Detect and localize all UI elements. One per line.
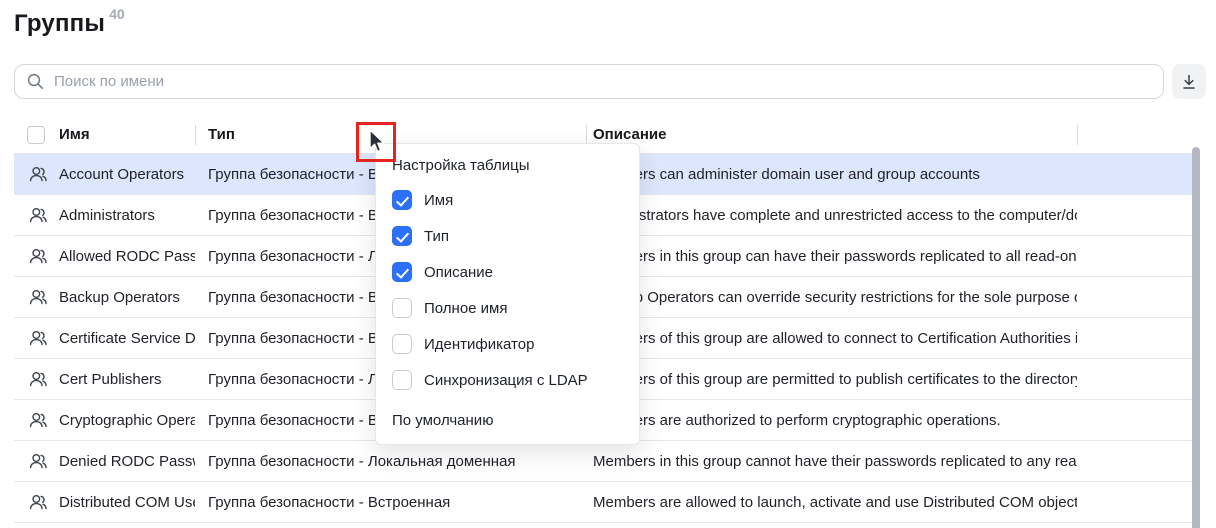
- column-toggle-name[interactable]: Имя: [392, 182, 623, 218]
- group-name: Allowed RODC Password Replication Group: [59, 248, 195, 265]
- group-name: Cryptographic Operators: [59, 412, 195, 429]
- page-title: Группы: [14, 10, 105, 37]
- group-description: Members can administer domain user and g…: [587, 166, 1077, 183]
- download-icon: [1180, 73, 1198, 91]
- group-description: Backup Operators can override security r…: [587, 289, 1077, 306]
- vertical-scrollbar[interactable]: [1192, 147, 1200, 528]
- download-button[interactable]: [1172, 64, 1206, 99]
- column-toggle-description[interactable]: Описание: [392, 254, 623, 290]
- group-name: Denied RODC Password Replication Group: [59, 453, 195, 470]
- column-toggle-identifier[interactable]: Идентификатор: [392, 326, 623, 362]
- column-header-name[interactable]: Имя: [59, 126, 195, 143]
- checkbox-unchecked[interactable]: [392, 334, 412, 354]
- checkbox-unchecked[interactable]: [392, 298, 412, 318]
- column-toggle-ldap-sync[interactable]: Синхронизация с LDAP: [392, 362, 623, 398]
- group-type: Группа безопасности - Встроенная: [196, 494, 586, 511]
- checkbox-unchecked[interactable]: [392, 370, 412, 390]
- column-toggle-type[interactable]: Тип: [392, 218, 623, 254]
- column-header-description[interactable]: Описание: [587, 126, 1077, 143]
- group-name: Administrators: [59, 207, 195, 224]
- group-name: Distributed COM Users: [59, 494, 195, 511]
- reset-to-default-button[interactable]: По умолчанию: [392, 402, 623, 438]
- table-row[interactable]: Denied RODC Password Replication Group Г…: [14, 441, 1192, 482]
- group-icon: [28, 452, 48, 470]
- column-toggle-full-name[interactable]: Полное имя: [392, 290, 623, 326]
- group-name: Cert Publishers: [59, 371, 195, 388]
- search-input[interactable]: [54, 73, 1151, 90]
- group-name: Account Operators: [59, 166, 195, 183]
- group-icon: [28, 165, 48, 183]
- group-icon: [28, 206, 48, 224]
- group-icon: [28, 247, 48, 265]
- group-description: Members are allowed to launch, activate …: [587, 494, 1077, 511]
- table-settings-popover: Настройка таблицы Имя Тип Описание Полно…: [375, 143, 640, 445]
- select-all-checkbox[interactable]: [27, 126, 45, 144]
- group-icon: [28, 329, 48, 347]
- group-description: Members in this group can have their pas…: [587, 248, 1077, 265]
- group-description: Members of this group are allowed to con…: [587, 330, 1077, 347]
- group-icon: [28, 370, 48, 388]
- checkbox-checked[interactable]: [392, 190, 412, 210]
- table-row[interactable]: Distributed COM Users Группа безопасност…: [14, 482, 1192, 523]
- item-count-badge: 40: [109, 6, 125, 22]
- group-name: Certificate Service DCOM Access: [59, 330, 195, 347]
- group-description: Administrators have complete and unrestr…: [587, 207, 1077, 224]
- group-icon: [28, 411, 48, 429]
- page-header: Группы40: [14, 6, 125, 38]
- popover-title: Настройка таблицы: [392, 156, 623, 176]
- search-icon: [27, 73, 44, 90]
- group-type: Группа безопасности - Локальная доменная: [196, 453, 586, 470]
- column-header-type[interactable]: Тип: [196, 126, 586, 143]
- group-description: Members are authorized to perform crypto…: [587, 412, 1077, 429]
- group-description: Members of this group are permitted to p…: [587, 371, 1077, 388]
- group-icon: [28, 288, 48, 306]
- group-name: Backup Operators: [59, 289, 195, 306]
- group-description: Members in this group cannot have their …: [587, 453, 1077, 470]
- checkbox-checked[interactable]: [392, 262, 412, 282]
- group-icon: [28, 493, 48, 511]
- checkbox-checked[interactable]: [392, 226, 412, 246]
- column-divider: [1077, 125, 1078, 145]
- search-box[interactable]: [14, 64, 1164, 99]
